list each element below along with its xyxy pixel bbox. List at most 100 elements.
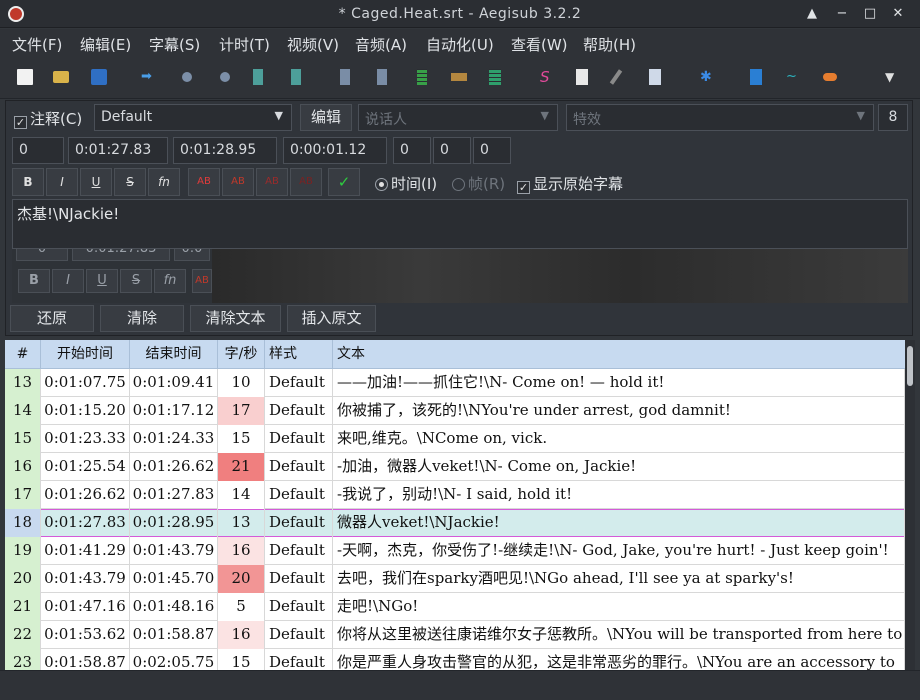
attachments-icon[interactable] bbox=[609, 69, 623, 85]
secondary-color-button[interactable]: AB bbox=[222, 168, 254, 196]
margin-vertical-field[interactable]: 0 bbox=[473, 137, 511, 164]
radio-selected-icon bbox=[375, 178, 388, 191]
grid-icon[interactable] bbox=[417, 69, 427, 85]
underline-button[interactable]: U bbox=[80, 168, 112, 196]
properties-icon[interactable] bbox=[576, 69, 588, 85]
menu-video[interactable]: 视频(V) bbox=[287, 34, 339, 55]
col-end-time[interactable]: 结束时间 bbox=[130, 340, 218, 369]
dropdown-icon[interactable]: ▼ bbox=[885, 69, 901, 85]
table-row[interactable]: 14 0:01:15.20 0:01:17.12 17 Default 你被捕了，该死的!… bbox=[5, 397, 905, 425]
clear-button[interactable]: 清除 bbox=[100, 305, 184, 332]
table-row-selected[interactable]: 18 0:01:27.83 0:01:28.95 13 Default 微器人veket!… bbox=[5, 509, 905, 537]
cell-number: 16 bbox=[5, 453, 41, 481]
timing-post-icon[interactable]: ~ bbox=[786, 69, 802, 85]
font-button[interactable]: fn bbox=[148, 168, 180, 196]
cell-start-time: 0:01:26.62 bbox=[41, 481, 130, 509]
revert-button[interactable]: 还原 bbox=[10, 305, 94, 332]
cell-end-time: 0:01:17.12 bbox=[130, 397, 218, 425]
grid-header: # 开始时间 结束时间 字/秒 样式 文本 bbox=[5, 340, 905, 369]
table-row[interactable]: 22 0:01:53.62 0:01:58.87 16 Default 你将从这里被送往康… bbox=[5, 621, 905, 649]
cell-cps: 17 bbox=[218, 397, 265, 425]
layer-field[interactable]: 0 bbox=[12, 137, 64, 164]
bold-button[interactable]: B bbox=[12, 168, 44, 196]
col-cps[interactable]: 字/秒 bbox=[218, 340, 265, 369]
new-file-icon[interactable] bbox=[17, 69, 33, 85]
menu-timing[interactable]: 计时(T) bbox=[219, 34, 270, 55]
style-select[interactable]: Default ▼ bbox=[94, 104, 292, 131]
style-manager-icon[interactable]: S bbox=[540, 69, 556, 85]
margin-left-field[interactable]: 0 bbox=[393, 137, 431, 164]
cell-style: Default bbox=[265, 369, 333, 397]
duration-field[interactable]: 0:00:01.12 bbox=[283, 137, 387, 164]
table-row[interactable]: 20 0:01:43.79 0:01:45.70 20 Default 去吧，我们在spa… bbox=[5, 565, 905, 593]
col-style[interactable]: 样式 bbox=[265, 340, 333, 369]
edit-style-button[interactable]: 编辑 bbox=[300, 104, 352, 131]
italic-button[interactable]: I bbox=[46, 168, 78, 196]
actor-placeholder: 说话人 bbox=[365, 112, 407, 128]
video-start-icon[interactable] bbox=[340, 69, 350, 85]
fonts-icon[interactable] bbox=[649, 69, 661, 85]
ghost-font: fn bbox=[154, 269, 186, 293]
menu-file[interactable]: 文件(F) bbox=[12, 34, 62, 55]
insert-original-button[interactable]: 插入原文 bbox=[287, 305, 376, 332]
title-bar: * Caged.Heat.srt - Aegisub 3.2.2 ▲ − □ ✕ bbox=[0, 0, 920, 28]
subtitle-text-editor[interactable]: 杰基!\NJackie! bbox=[12, 199, 908, 249]
commit-button[interactable]: ✓ bbox=[328, 168, 360, 196]
menu-automation[interactable]: 自动化(U) bbox=[426, 34, 494, 55]
col-text[interactable]: 文本 bbox=[333, 340, 905, 369]
primary-color-button[interactable]: AB bbox=[188, 168, 220, 196]
cell-cps: 14 bbox=[218, 481, 265, 509]
frame-radio[interactable]: 帧(R) bbox=[452, 173, 505, 194]
audio-icon[interactable] bbox=[823, 73, 837, 81]
show-original-checkbox[interactable]: ✓ 显示原始字幕 bbox=[517, 173, 623, 194]
jump-to-icon[interactable]: ➡ bbox=[141, 69, 157, 85]
outline-color-button[interactable]: AB bbox=[256, 168, 288, 196]
automation-icon[interactable]: ✱ bbox=[700, 69, 716, 85]
comment-checkbox[interactable]: ✓ 注释(C) bbox=[14, 108, 82, 129]
menu-help[interactable]: 帮助(H) bbox=[583, 34, 636, 55]
shift-times-icon[interactable] bbox=[750, 69, 762, 85]
cell-start-time: 0:01:27.83 bbox=[41, 509, 130, 537]
effect-field[interactable]: 特效 ▼ bbox=[566, 104, 874, 131]
table-row[interactable]: 13 0:01:07.75 0:01:09.41 10 Default ——加油!——抓住… bbox=[5, 369, 905, 397]
scrollbar-thumb[interactable] bbox=[907, 346, 913, 386]
grid-color-icon[interactable] bbox=[489, 69, 501, 85]
menu-audio[interactable]: 音频(A) bbox=[355, 34, 407, 55]
end-time-field[interactable]: 0:01:28.95 bbox=[173, 137, 277, 164]
keep-above-icon[interactable]: ▲ bbox=[803, 5, 821, 23]
close-button[interactable]: ✕ bbox=[889, 5, 907, 23]
grid-scrollbar[interactable] bbox=[905, 340, 915, 670]
strikeout-button[interactable]: S bbox=[114, 168, 146, 196]
margin-right-field[interactable]: 0 bbox=[433, 137, 471, 164]
time-radio[interactable]: 时间(I) bbox=[375, 173, 437, 194]
minimize-button[interactable]: − bbox=[833, 5, 851, 23]
col-number[interactable]: # bbox=[5, 340, 41, 369]
maximize-button[interactable]: □ bbox=[861, 5, 879, 23]
table-row[interactable]: 17 0:01:26.62 0:01:27.83 14 Default -我说了，别动!\… bbox=[5, 481, 905, 509]
menu-bar: 文件(F) 编辑(E) 字幕(S) 计时(T) 视频(V) 音频(A) 自动化(… bbox=[0, 29, 920, 57]
menu-edit[interactable]: 编辑(E) bbox=[80, 34, 131, 55]
cell-cps: 13 bbox=[218, 509, 265, 537]
snap-end-icon[interactable] bbox=[291, 69, 301, 85]
open-file-icon[interactable] bbox=[53, 71, 69, 83]
show-original-label: 显示原始字幕 bbox=[533, 175, 624, 193]
table-row[interactable]: 23 0:01:58.87 0:02:05.75 15 Default 你是严重人身攻击警… bbox=[5, 649, 905, 670]
zoom-in-icon[interactable] bbox=[182, 72, 192, 82]
film-icon[interactable] bbox=[451, 73, 467, 81]
shadow-color-button[interactable]: AB bbox=[290, 168, 322, 196]
table-row[interactable]: 19 0:01:41.29 0:01:43.79 16 Default -天啊，杰克，你受… bbox=[5, 537, 905, 565]
start-time-field[interactable]: 0:01:27.83 bbox=[68, 137, 168, 164]
table-row[interactable]: 15 0:01:23.33 0:01:24.33 15 Default 来吧,维克。\NC… bbox=[5, 425, 905, 453]
menu-subtitle[interactable]: 字幕(S) bbox=[149, 34, 200, 55]
cell-style: Default bbox=[265, 397, 333, 425]
table-row[interactable]: 16 0:01:25.54 0:01:26.62 21 Default -加油，微器人ve… bbox=[5, 453, 905, 481]
video-end-icon[interactable] bbox=[377, 69, 387, 85]
clear-text-button[interactable]: 清除文本 bbox=[190, 305, 281, 332]
col-start-time[interactable]: 开始时间 bbox=[41, 340, 130, 369]
save-icon[interactable] bbox=[91, 69, 107, 85]
actor-field[interactable]: 说话人 ▼ bbox=[358, 104, 558, 131]
snap-start-icon[interactable] bbox=[253, 69, 263, 85]
menu-view[interactable]: 查看(W) bbox=[511, 34, 568, 55]
table-row[interactable]: 21 0:01:47.16 0:01:48.16 5 Default 走吧!\NGo! bbox=[5, 593, 905, 621]
zoom-out-icon[interactable] bbox=[220, 72, 230, 82]
